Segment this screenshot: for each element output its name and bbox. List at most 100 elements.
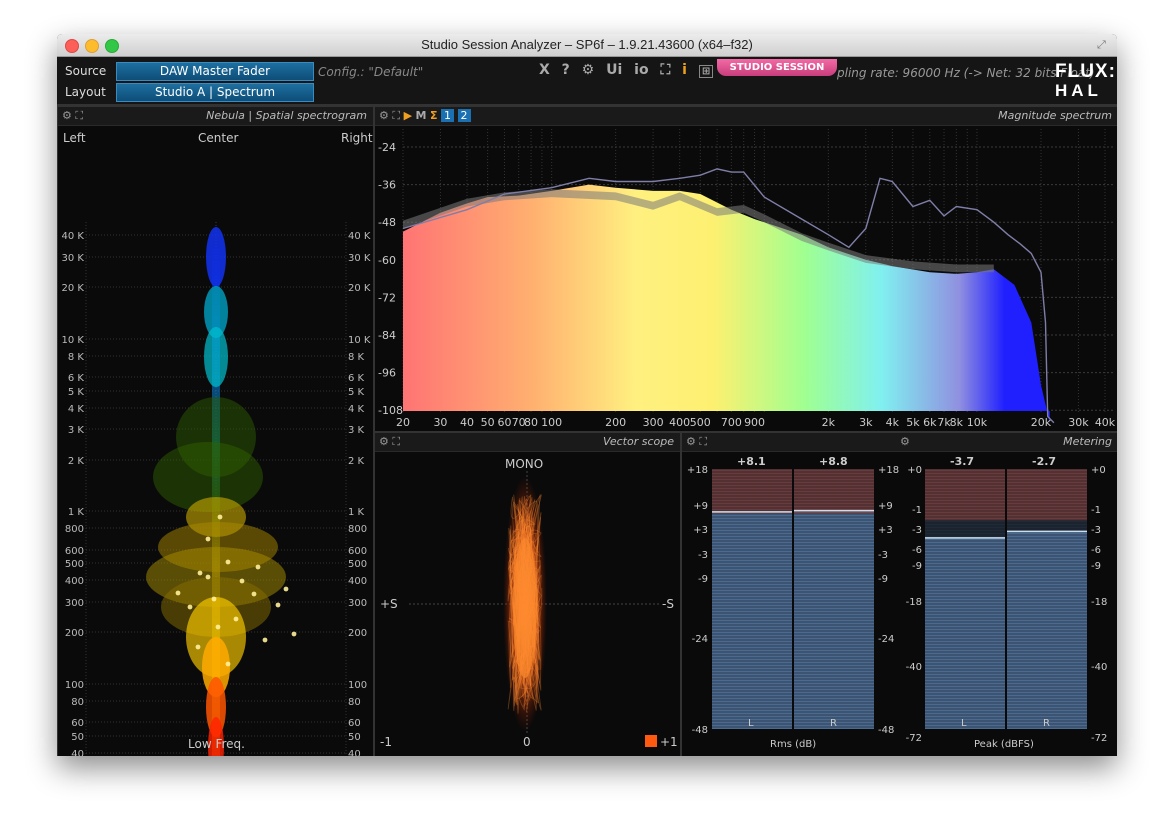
toolbar-icons: X ? ⚙ Ui io ⛶ i ⊞ bbox=[539, 62, 720, 78]
spectrum-freq-label: 60 bbox=[497, 416, 511, 429]
nebula-freq-label-left: 1 K bbox=[68, 507, 85, 518]
peak-scale-label: -1 bbox=[1091, 505, 1101, 516]
nebula-freq-label-left: 30 K bbox=[62, 253, 85, 264]
peak-scale-label: -6 bbox=[1091, 545, 1101, 556]
nebula-freq-label-left: 6 K bbox=[68, 373, 85, 384]
meter-bar-clip bbox=[925, 469, 1005, 521]
spectrum-freq-label: 8k bbox=[950, 416, 964, 429]
nebula-freq-label-right: 5 K bbox=[348, 387, 365, 398]
rms-scale-label: -3 bbox=[698, 550, 708, 561]
peak-scale-label: -9 bbox=[912, 561, 922, 572]
nebula-freq-label-left: 50 bbox=[71, 732, 84, 743]
nebula-display[interactable]: 40 K 40 K 30 K 30 K 20 K 20 K 10 K 10 K 8 K 8 K 6 … bbox=[58, 107, 373, 756]
rms-scale-label: -3 bbox=[878, 550, 888, 561]
spectrum-panel: ⚙ ⛶ ▶ M Σ 1 2 Magnitude spectrum -24 -36… bbox=[374, 106, 1117, 432]
nebula-freq-label-left: 600 bbox=[65, 546, 84, 557]
peak-scale-label: -18 bbox=[906, 597, 922, 608]
meter-bar-clip bbox=[712, 469, 792, 514]
nebula-freq-label-left: 500 bbox=[65, 559, 84, 570]
vector-right-axis: +1 bbox=[660, 735, 678, 749]
peak-scale-label: -18 bbox=[1091, 597, 1107, 608]
info-icon[interactable]: i bbox=[682, 62, 687, 78]
rms-ch-left: L bbox=[748, 718, 754, 729]
peak-scale-label: -40 bbox=[1091, 662, 1107, 673]
nebula-freq-label-left: 80 bbox=[71, 697, 84, 708]
nebula-freq-label-left: 3 K bbox=[68, 425, 85, 436]
nebula-freq-label-right: 30 K bbox=[348, 253, 371, 264]
rms-peak-left: +8.1 bbox=[737, 455, 766, 468]
close-icon[interactable]: X bbox=[539, 62, 550, 78]
spectrum-area bbox=[403, 184, 1050, 423]
nebula-freq-label-right: 3 K bbox=[348, 425, 365, 436]
spectrum-freq-label: 400 bbox=[669, 416, 690, 429]
vector-display[interactable] bbox=[375, 433, 680, 756]
nebula-freq-label-right: 2 K bbox=[348, 456, 365, 467]
nebula-freq-label-right: 80 bbox=[348, 697, 361, 708]
peak-peak-right: -2.7 bbox=[1032, 455, 1057, 468]
metering-panel: ⚙ ⛶ ⚙ Metering +18 +18 +9 +9 +3 +3 -3 -3 -9 -9 -24… bbox=[681, 432, 1117, 756]
fullscreen-icon[interactable]: ⤢ bbox=[1097, 38, 1111, 52]
nebula-freq-label-left: 400 bbox=[65, 576, 84, 587]
layout-label: Layout bbox=[65, 85, 106, 99]
gear-icon[interactable]: ⚙ bbox=[582, 62, 595, 78]
rms-scale-label: +18 bbox=[878, 465, 899, 476]
nebula-freq-label-left: 4 K bbox=[68, 404, 85, 415]
vector-panel: ⚙ ⛶ Vector scope MONO +S -S -1 0 +1 bbox=[374, 432, 681, 756]
nebula-freq-label-left: 800 bbox=[65, 524, 84, 535]
nebula-freq-label-right: 300 bbox=[348, 598, 367, 609]
rms-scale-label: -9 bbox=[878, 574, 888, 585]
peak-scale-label: +0 bbox=[1091, 465, 1106, 476]
nebula-freq-label-right: 40 bbox=[348, 749, 361, 756]
peak-ch-left: L bbox=[961, 718, 967, 729]
spectrum-freq-label: 40k bbox=[1095, 416, 1116, 429]
meter-display: +18 +18 +9 +9 +3 +3 -3 -3 -9 -9 -24 -24 -48 -48 +0 +0 -1… bbox=[687, 465, 1107, 744]
studio-session-tab[interactable]: STUDIO SESSION bbox=[717, 59, 837, 76]
window-title: Studio Session Analyzer – SP6f – 1.9.21.… bbox=[421, 37, 753, 52]
meter-bar-fill bbox=[1007, 531, 1087, 729]
ui-icon[interactable]: Ui bbox=[606, 62, 622, 78]
rms-ch-right: R bbox=[830, 718, 837, 729]
spectrum-freq-label: 20 bbox=[396, 416, 410, 429]
peak-peak-left: -3.7 bbox=[950, 455, 975, 468]
nebula-bottom-label: Low Freq. bbox=[188, 737, 245, 751]
rms-label: Rms (dB) bbox=[770, 739, 817, 750]
rms-peak-right: +8.8 bbox=[819, 455, 848, 468]
spectrum-db-label: -60 bbox=[378, 254, 396, 267]
config-label[interactable]: Config.: "Default" bbox=[318, 65, 423, 79]
source-label: Source bbox=[65, 64, 107, 78]
spectrum-freq-label: 30 bbox=[433, 416, 447, 429]
peak-scale-label: -40 bbox=[906, 662, 922, 673]
rms-scale-label: +9 bbox=[693, 501, 708, 512]
vector-left-axis: -1 bbox=[380, 735, 392, 749]
rms-scale-label: +9 bbox=[878, 501, 893, 512]
peak-scale-label: -1 bbox=[912, 505, 922, 516]
spectrum-freq-label: 30k bbox=[1068, 416, 1089, 429]
fullscreen-icon[interactable]: ⛶ bbox=[660, 62, 670, 78]
spectrum-freq-label: 50 bbox=[481, 416, 495, 429]
nebula-freq-label-left: 300 bbox=[65, 598, 84, 609]
nebula-freq-label-right: 200 bbox=[348, 628, 367, 639]
source-select[interactable]: DAW Master Fader bbox=[116, 62, 314, 81]
spectrum-freq-label: 6k bbox=[923, 416, 937, 429]
spectrum-freq-label: 200 bbox=[605, 416, 626, 429]
vector-center-axis: 0 bbox=[523, 735, 531, 749]
rms-scale-label: -48 bbox=[878, 725, 894, 736]
peak-scale-label: -3 bbox=[1091, 525, 1101, 536]
nebula-freq-label-left: 200 bbox=[65, 628, 84, 639]
peak-scale-label: -72 bbox=[1091, 733, 1107, 744]
spectrum-display[interactable]: -24-36-48-60-72-84-96-108 20 30 40 50 60 7080… bbox=[375, 107, 1117, 431]
rms-scale-label: -9 bbox=[698, 574, 708, 585]
layout-select[interactable]: Studio A | Spectrum bbox=[116, 83, 314, 102]
app-window: Studio Session Analyzer – SP6f – 1.9.21.… bbox=[57, 34, 1117, 756]
spectrum-db-label: -84 bbox=[378, 329, 396, 342]
help-icon[interactable]: ? bbox=[562, 62, 570, 78]
peak-label: Peak (dBFS) bbox=[974, 739, 1034, 750]
nebula-freq-label-left: 5 K bbox=[68, 387, 85, 398]
spectrum-db-label: -36 bbox=[378, 179, 396, 192]
panel-icon[interactable]: ⊞ bbox=[698, 65, 714, 78]
rms-scale-label: +18 bbox=[687, 465, 708, 476]
io-icon[interactable]: io bbox=[634, 62, 648, 78]
nebula-freq-label-left: 100 bbox=[65, 680, 84, 691]
peak-scale-label: -72 bbox=[906, 733, 922, 744]
toolbar: Source DAW Master Fader Layout Studio A … bbox=[57, 57, 1117, 106]
